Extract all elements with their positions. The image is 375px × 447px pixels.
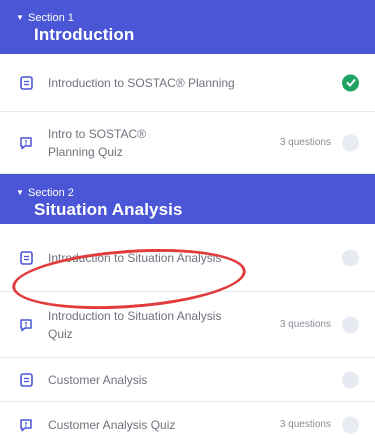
lesson-label: Introduction to Situation Analysis Quiz xyxy=(48,308,222,341)
section-title: Situation Analysis xyxy=(34,200,183,219)
lesson-label: Intro to SOSTAC® Planning Quiz xyxy=(48,126,146,159)
caret-down-icon: ▼ xyxy=(16,188,24,197)
lesson-label: Introduction to SOSTAC® Planning xyxy=(48,75,235,90)
incomplete-status-icon xyxy=(342,249,359,266)
lesson-item[interactable]: Customer Analysis Quiz 3 questions xyxy=(0,402,375,447)
lesson-label: Introduction to Situation Analysis xyxy=(48,250,222,265)
section-kicker: ▼ Section 2 xyxy=(16,174,359,199)
section-1-header[interactable]: ▼ Section 1 Introduction xyxy=(0,0,375,54)
quiz-icon xyxy=(18,135,34,151)
doc-icon xyxy=(18,250,34,266)
lesson-item[interactable]: Introduction to Situation Analysis Quiz … xyxy=(0,292,375,358)
section-2-header[interactable]: ▼ Section 2 Situation Analysis xyxy=(0,174,375,224)
doc-icon xyxy=(18,372,34,388)
lesson-item[interactable]: Customer Analysis xyxy=(0,358,375,402)
quiz-icon xyxy=(18,417,34,433)
lesson-label: Customer Analysis xyxy=(48,372,148,387)
section-title: Introduction xyxy=(34,25,135,44)
section-kicker: ▼ Section 1 xyxy=(16,0,359,24)
lesson-item[interactable]: Introduction to Situation Analysis xyxy=(0,224,375,292)
incomplete-status-icon xyxy=(342,371,359,388)
question-count: 3 questions xyxy=(279,319,331,330)
lesson-label: Customer Analysis Quiz xyxy=(48,417,176,432)
question-count: 3 questions xyxy=(279,419,331,430)
complete-check-icon xyxy=(342,74,359,91)
doc-icon xyxy=(18,75,34,91)
incomplete-status-icon xyxy=(342,316,359,333)
lesson-item[interactable]: Intro to SOSTAC® Planning Quiz 3 questio… xyxy=(0,112,375,174)
incomplete-status-icon xyxy=(342,134,359,151)
quiz-icon xyxy=(18,317,34,333)
incomplete-status-icon xyxy=(342,416,359,433)
section-number: Section 1 xyxy=(28,12,74,24)
caret-down-icon: ▼ xyxy=(16,13,24,22)
question-count: 3 questions xyxy=(279,137,331,148)
lesson-item[interactable]: Introduction to SOSTAC® Planning xyxy=(0,54,375,112)
section-number: Section 2 xyxy=(28,187,74,199)
